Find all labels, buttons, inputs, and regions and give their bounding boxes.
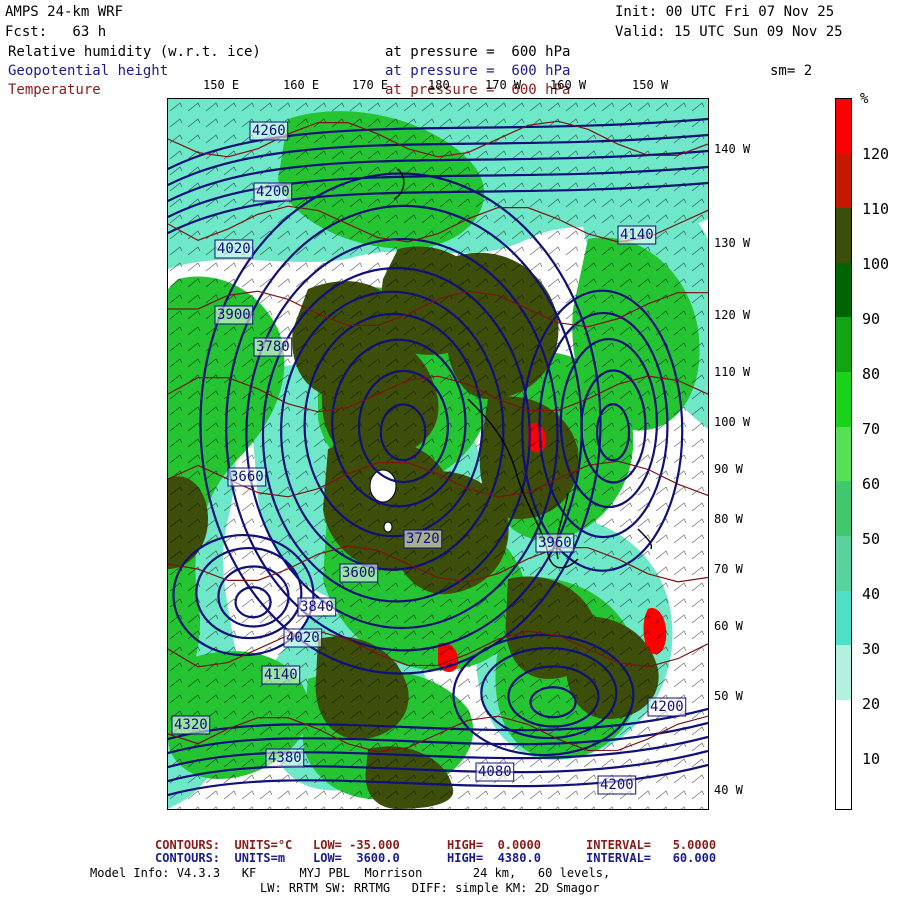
lat-label: 70 W — [714, 562, 743, 576]
colorbar-label: 70 — [862, 420, 881, 438]
forecast-hour: Fcst: 63 h — [5, 24, 107, 40]
colorbar-segment — [836, 99, 851, 154]
colorbar-segment — [836, 153, 851, 209]
temp-contour-high: HIGH= 0.0000 — [447, 838, 541, 852]
lat-label: 140 W — [714, 142, 751, 156]
lon-label: 150 W — [632, 78, 669, 92]
height-label: 4140 — [264, 667, 298, 683]
colorbar-segment — [836, 317, 851, 373]
height-label: 4020 — [217, 241, 251, 257]
colorbar-label: 50 — [862, 530, 881, 548]
lon-label: 170 E — [352, 78, 389, 92]
lat-label: 120 W — [714, 308, 751, 322]
field-height-name: Geopotential height — [8, 63, 169, 79]
colorbar-label: 90 — [862, 310, 881, 328]
lon-label: 180 — [428, 78, 450, 92]
lon-label: 160 E — [283, 78, 320, 92]
height-label: 3600 — [342, 565, 376, 581]
colorbar-label: 100 — [862, 255, 890, 273]
colorbar-label: 20 — [862, 695, 881, 713]
temp-contour-interval: INTERVAL= 5.0000 — [586, 838, 717, 852]
lat-label: 80 W — [714, 512, 743, 526]
colorbar-segment — [836, 590, 851, 646]
height-label: 4200 — [256, 184, 290, 200]
colorbar-label: 80 — [862, 365, 881, 383]
height-label: 3960 — [538, 535, 572, 551]
lat-label: 90 W — [714, 462, 743, 476]
colorbar-segment — [836, 262, 851, 318]
lon-label: 150 E — [203, 78, 240, 92]
colorbar-segment — [836, 535, 851, 591]
height-label: 3720 — [406, 531, 440, 547]
height-label: 4320 — [174, 717, 208, 733]
lat-label: 60 W — [714, 619, 743, 633]
height-label: 4380 — [268, 750, 302, 766]
smoothing-label: sm= 2 — [770, 63, 813, 79]
lat-label: 130 W — [714, 236, 751, 250]
colorbar-unit: % — [860, 91, 869, 107]
map-panel[interactable]: 4260 4200 4140 4020 3900 3780 3660 3720 … — [167, 98, 709, 810]
model-info: Model Info: V4.3.3 KF MYJ PBL Morrison 2… — [90, 866, 611, 880]
colorbar-label: 30 — [862, 640, 881, 658]
field-height-level: at pressure = 600 hPa — [385, 63, 571, 79]
height-contour-units: CONTOURS: UNITS=m — [155, 851, 286, 865]
colorbar — [835, 98, 852, 810]
height-label: 4140 — [620, 227, 654, 243]
height-label: 4200 — [650, 699, 684, 715]
height-contour-high: HIGH= 4380.0 — [447, 851, 541, 865]
height-contour-low: LOW= 3600.0 — [313, 851, 400, 865]
colorbar-label: 40 — [862, 585, 881, 603]
height-label: 4200 — [600, 777, 634, 793]
map-canvas: 4260 4200 4140 4020 3900 3780 3660 3720 … — [168, 99, 708, 809]
model-physics: LW: RRTM SW: RRTMG DIFF: simple KM: 2D S… — [260, 881, 600, 895]
lat-label: 110 W — [714, 365, 751, 379]
height-contour-interval: INTERVAL= 60.000 — [586, 851, 717, 865]
field-rh-level: at pressure = 600 hPa — [385, 44, 571, 60]
height-label: 4080 — [478, 764, 512, 780]
colorbar-label: 60 — [862, 475, 881, 493]
colorbar-label: 110 — [862, 200, 890, 218]
height-label: 3840 — [300, 599, 334, 615]
lat-label: 40 W — [714, 783, 743, 797]
height-label: 4020 — [286, 630, 320, 646]
lat-label: 50 W — [714, 689, 743, 703]
colorbar-segment — [836, 699, 851, 755]
field-temp-name: Temperature — [8, 82, 101, 98]
lon-label: 160 W — [550, 78, 587, 92]
temp-contour-units: CONTOURS: UNITS=°C — [155, 838, 293, 852]
colorbar-segment — [836, 208, 851, 264]
colorbar-label: 120 — [862, 145, 890, 163]
valid-time: Valid: 15 UTC Sun 09 Nov 25 — [615, 24, 843, 40]
height-label: 4260 — [252, 123, 286, 139]
height-label: 3660 — [230, 469, 264, 485]
field-temp-level: at pressure = 600 hPa — [385, 82, 571, 98]
colorbar-label: 10 — [862, 750, 881, 768]
colorbar-segment — [836, 372, 851, 428]
colorbar-segment — [836, 754, 851, 810]
colorbar-segment — [836, 481, 851, 537]
lon-label: 170 W — [485, 78, 522, 92]
colorbar-segment — [836, 426, 851, 482]
temp-contour-low: LOW= -35.000 — [313, 838, 400, 852]
height-label: 3780 — [256, 339, 290, 355]
init-time: Init: 00 UTC Fri 07 Nov 25 — [615, 4, 835, 20]
lat-label: 100 W — [714, 415, 751, 429]
model-title: AMPS 24-km WRF — [5, 4, 124, 20]
field-rh-name: Relative humidity (w.r.t. ice) — [8, 44, 261, 60]
height-label: 3900 — [217, 307, 251, 323]
colorbar-segment — [836, 645, 851, 701]
